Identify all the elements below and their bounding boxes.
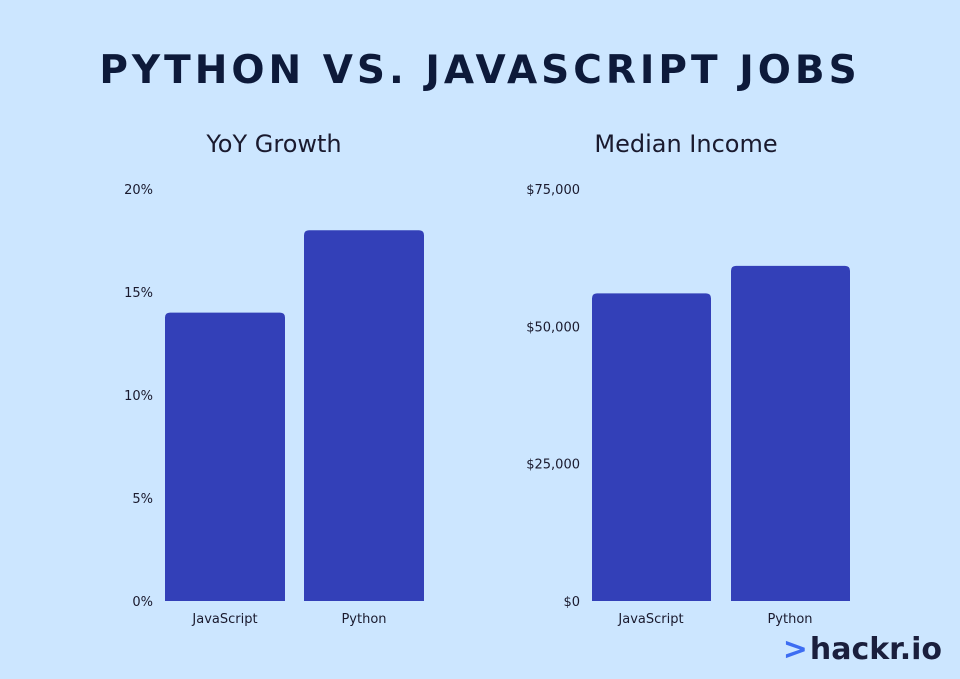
x-category-label-growth-python: Python — [341, 612, 386, 627]
y-tick-label-growth-3: 15% — [124, 286, 153, 301]
bar-growth-javascript — [165, 312, 285, 601]
y-tick-label-growth-0: 0% — [132, 595, 153, 610]
charts-canvas: 0% 5% 10% 15% 20% JavaScript Python $0 $25,000 $5… — [124, 183, 850, 627]
y-tick-label-growth-1: 5% — [132, 492, 153, 507]
bar-income-python — [731, 265, 850, 601]
hackr-logo: >hackr.io — [783, 632, 942, 667]
y-tick-label-income-1: $25,000 — [526, 458, 580, 473]
y-tick-label-growth-2: 10% — [124, 389, 153, 404]
y-tick-label-income-3: $75,000 — [526, 183, 580, 198]
bar-income-javascript — [592, 293, 711, 601]
y-tick-label-income-0: $0 — [563, 595, 580, 610]
x-category-label-income-javascript: JavaScript — [617, 612, 683, 627]
bar-growth-python — [304, 230, 424, 601]
x-category-label-growth-javascript: JavaScript — [191, 612, 257, 627]
y-tick-label-growth-4: 20% — [124, 183, 153, 198]
chevron-icon: > — [782, 632, 808, 667]
x-category-label-income-python: Python — [767, 612, 812, 627]
y-tick-label-income-2: $50,000 — [526, 320, 580, 335]
brand-name: hackr.io — [809, 632, 942, 667]
